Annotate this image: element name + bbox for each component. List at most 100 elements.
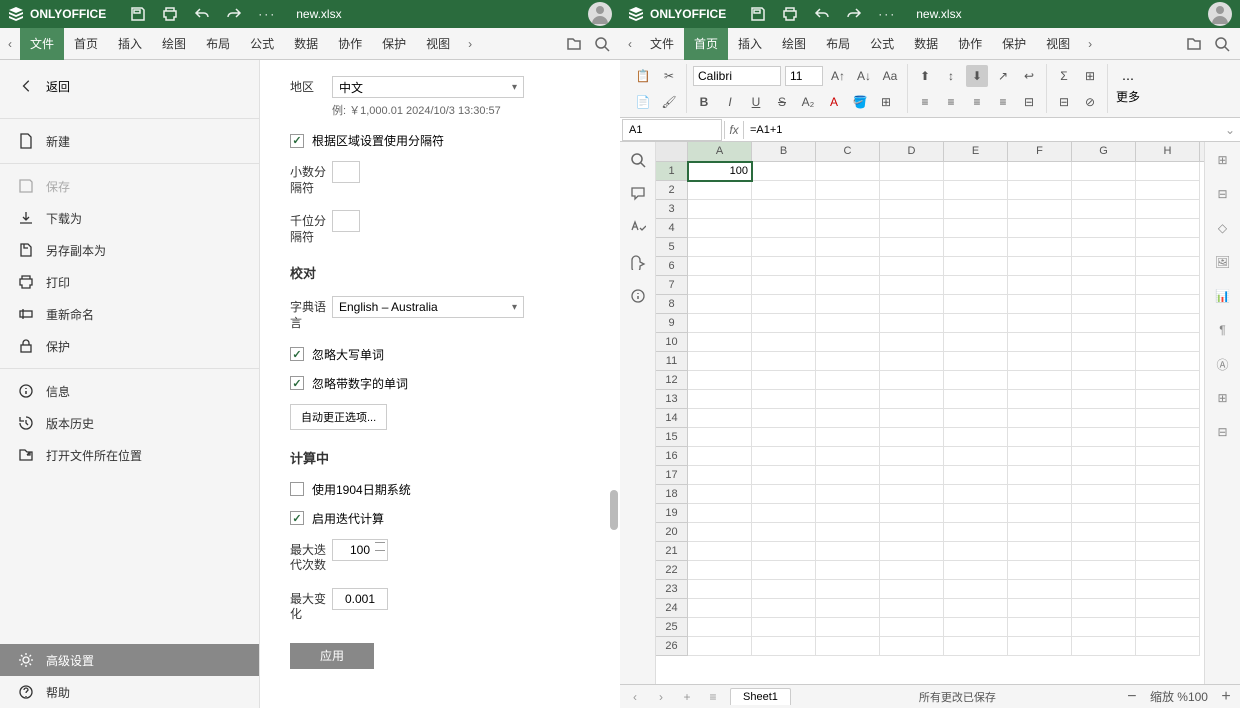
cell-F22[interactable] — [1008, 561, 1072, 580]
scrollbar-thumb[interactable] — [610, 490, 618, 530]
menu-collab[interactable]: 协作 — [948, 28, 992, 60]
row-header-2[interactable]: 2 — [656, 181, 688, 200]
cell-A6[interactable] — [688, 257, 752, 276]
cell-B13[interactable] — [752, 390, 816, 409]
cell-A23[interactable] — [688, 580, 752, 599]
menu-layout[interactable]: 布局 — [816, 28, 860, 60]
merge-icon[interactable]: ⊟ — [1018, 91, 1040, 113]
menu-nav-left[interactable]: ‹ — [0, 28, 20, 60]
feedback-icon[interactable] — [628, 252, 648, 272]
col-header-F[interactable]: F — [1008, 142, 1072, 161]
cell-F15[interactable] — [1008, 428, 1072, 447]
cell-A24[interactable] — [688, 599, 752, 618]
cell-B19[interactable] — [752, 504, 816, 523]
cell-C9[interactable] — [816, 314, 880, 333]
cell-G24[interactable] — [1072, 599, 1136, 618]
cell-C13[interactable] — [816, 390, 880, 409]
print-icon[interactable] — [162, 6, 178, 22]
cell-C7[interactable] — [816, 276, 880, 295]
strikethrough-icon[interactable]: S — [771, 91, 793, 113]
cell-B10[interactable] — [752, 333, 816, 352]
cell-E1[interactable] — [944, 162, 1008, 181]
cell-H23[interactable] — [1136, 580, 1200, 599]
apply-button[interactable]: 应用 — [290, 643, 374, 669]
cell-B25[interactable] — [752, 618, 816, 637]
align-top-icon[interactable]: ⬆ — [914, 65, 936, 87]
cell-C18[interactable] — [816, 485, 880, 504]
search-icon[interactable] — [628, 150, 648, 170]
row-header-22[interactable]: 22 — [656, 561, 688, 580]
menu-nav-left[interactable]: ‹ — [620, 28, 640, 60]
decimal-sep-input[interactable] — [332, 161, 360, 183]
cell-B9[interactable] — [752, 314, 816, 333]
cell-B22[interactable] — [752, 561, 816, 580]
cell-F11[interactable] — [1008, 352, 1072, 371]
fill-color-icon[interactable]: 🪣 — [849, 91, 871, 113]
more-icon[interactable]: ··· — [878, 7, 896, 21]
cell-G7[interactable] — [1072, 276, 1136, 295]
menu-file[interactable]: 文件 — [640, 28, 684, 60]
zoom-in-icon[interactable]: + — [1218, 688, 1234, 706]
col-header-E[interactable]: E — [944, 142, 1008, 161]
fs-download[interactable]: 下载为 — [0, 202, 259, 234]
cell-C14[interactable] — [816, 409, 880, 428]
cell-B20[interactable] — [752, 523, 816, 542]
orientation-icon[interactable]: ↗ — [992, 65, 1014, 87]
align-center-icon[interactable]: ≡ — [940, 91, 962, 113]
more-icon[interactable]: ··· — [258, 7, 276, 21]
cell-E6[interactable] — [944, 257, 1008, 276]
cell-D17[interactable] — [880, 466, 944, 485]
undo-icon[interactable] — [814, 6, 830, 22]
zoom-out-icon[interactable]: − — [1124, 688, 1140, 706]
menu-home[interactable]: 首页 — [684, 28, 728, 60]
cell-D20[interactable] — [880, 523, 944, 542]
row-header-20[interactable]: 20 — [656, 523, 688, 542]
paragraph-icon[interactable]: ¶ — [1213, 320, 1233, 340]
cell-F10[interactable] — [1008, 333, 1072, 352]
cell-reference-input[interactable]: A1 — [622, 119, 722, 141]
cell-B6[interactable] — [752, 257, 816, 276]
sheet-nav-prev[interactable]: ‹ — [626, 688, 644, 706]
redo-icon[interactable] — [226, 6, 242, 22]
cell-D16[interactable] — [880, 447, 944, 466]
border-icon[interactable]: ⊞ — [875, 91, 897, 113]
sum-icon[interactable]: Σ — [1053, 65, 1075, 87]
cell-D12[interactable] — [880, 371, 944, 390]
cell-D23[interactable] — [880, 580, 944, 599]
open-location-icon[interactable] — [1184, 34, 1204, 54]
cell-E13[interactable] — [944, 390, 1008, 409]
cell-H26[interactable] — [1136, 637, 1200, 656]
cell-H11[interactable] — [1136, 352, 1200, 371]
cell-A7[interactable] — [688, 276, 752, 295]
cell-B2[interactable] — [752, 181, 816, 200]
filter-icon[interactable]: ⊟ — [1053, 91, 1075, 113]
cell-C6[interactable] — [816, 257, 880, 276]
cell-F20[interactable] — [1008, 523, 1072, 542]
cell-A18[interactable] — [688, 485, 752, 504]
image-settings-icon[interactable]: 🖼 — [1213, 252, 1233, 272]
underline-icon[interactable]: U — [745, 91, 767, 113]
cell-C4[interactable] — [816, 219, 880, 238]
copy-icon[interactable]: 📋 — [632, 65, 654, 87]
menu-draw[interactable]: 绘图 — [152, 28, 196, 60]
cell-E10[interactable] — [944, 333, 1008, 352]
cell-F13[interactable] — [1008, 390, 1072, 409]
cell-C16[interactable] — [816, 447, 880, 466]
col-header-G[interactable]: G — [1072, 142, 1136, 161]
cell-D13[interactable] — [880, 390, 944, 409]
cut-icon[interactable]: ✂ — [658, 65, 680, 87]
cell-B17[interactable] — [752, 466, 816, 485]
cell-G9[interactable] — [1072, 314, 1136, 333]
toolbar-more[interactable]: ⋯更多 — [1108, 64, 1148, 113]
cell-A2[interactable] — [688, 181, 752, 200]
cell-E11[interactable] — [944, 352, 1008, 371]
cell-D14[interactable] — [880, 409, 944, 428]
cell-G14[interactable] — [1072, 409, 1136, 428]
cell-G1[interactable] — [1072, 162, 1136, 181]
cell-C3[interactable] — [816, 200, 880, 219]
cell-H3[interactable] — [1136, 200, 1200, 219]
about-icon[interactable] — [628, 286, 648, 306]
cell-E23[interactable] — [944, 580, 1008, 599]
cell-B5[interactable] — [752, 238, 816, 257]
ignore-digits-checkbox[interactable]: 忽略带数字的单词 — [290, 375, 596, 392]
